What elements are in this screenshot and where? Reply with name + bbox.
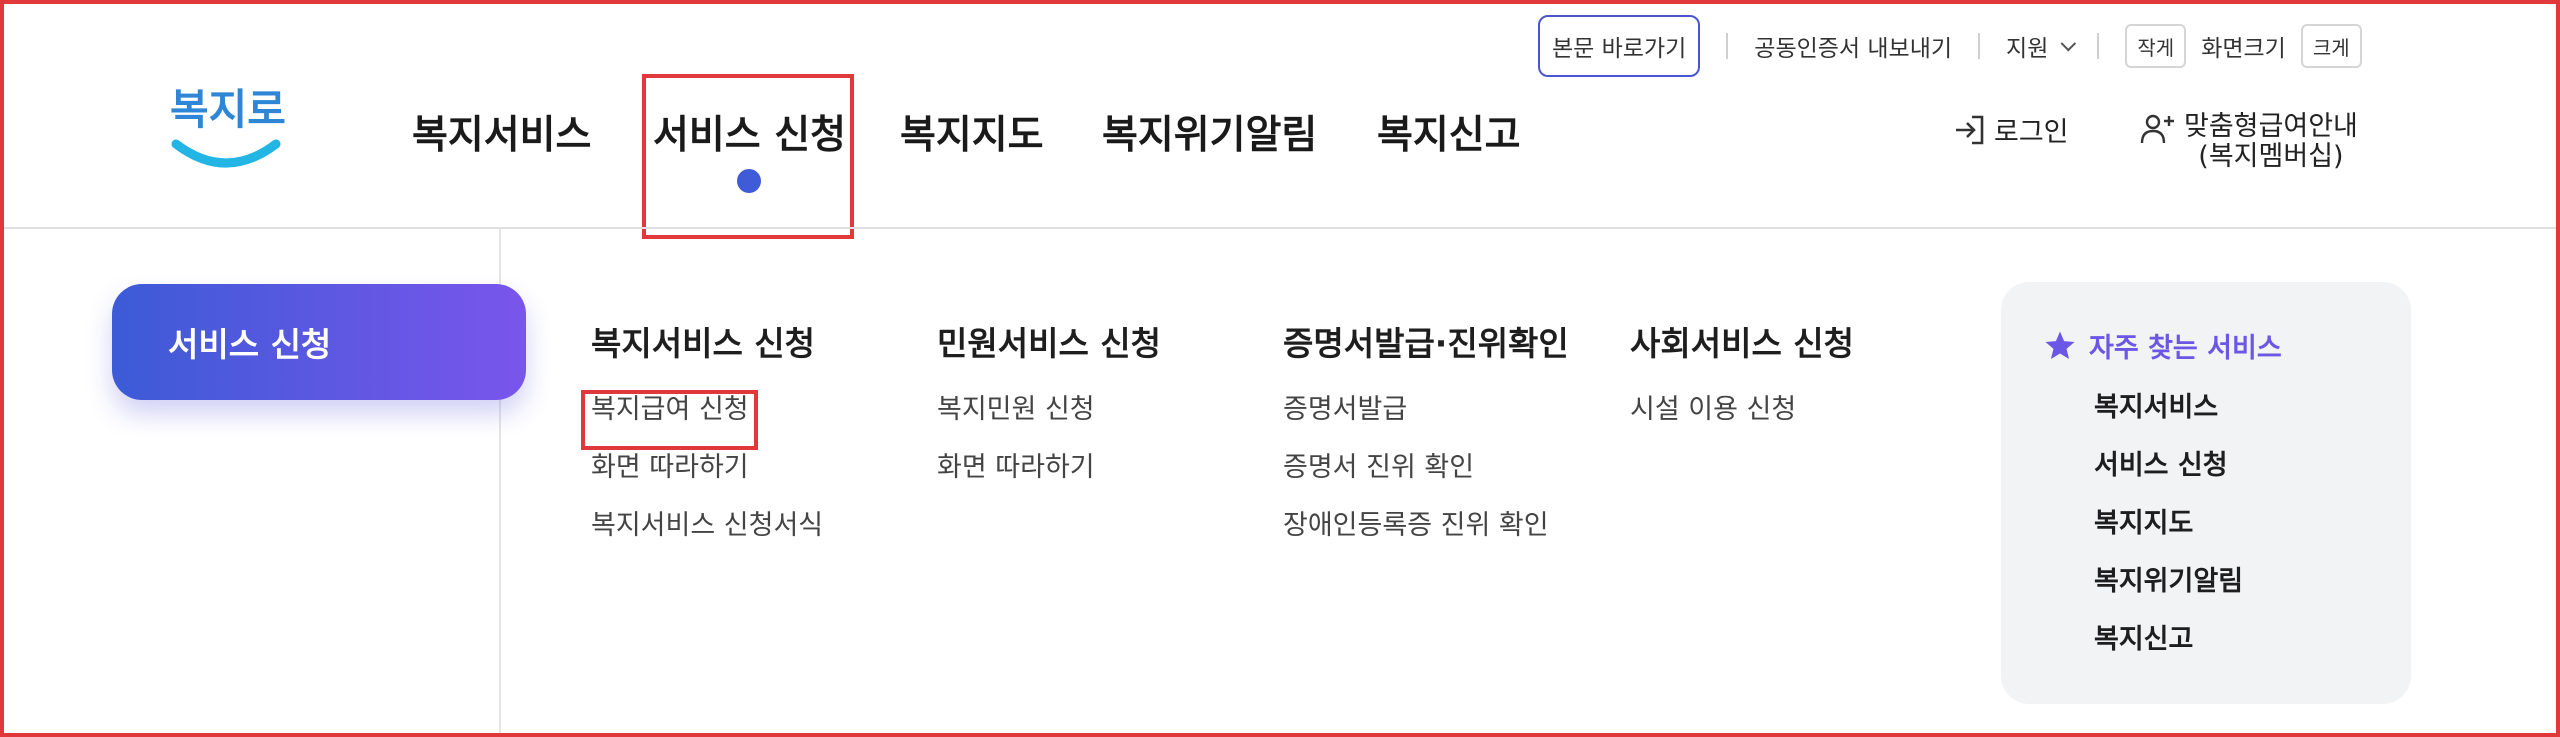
favorite-services-heading: 자주 찾는 서비스 xyxy=(2043,326,2282,365)
gnb-welfare-service[interactable]: 복지서비스 xyxy=(412,104,591,160)
bokjiro-logo[interactable]: 복지로 xyxy=(168,82,286,178)
gnb-welfare-crisis-alert[interactable]: 복지위기알림 xyxy=(1102,104,1317,160)
divider xyxy=(2097,33,2100,59)
membership-label-line2: (복지멤버십) xyxy=(2198,141,2344,172)
font-large-button[interactable]: 크게 xyxy=(2300,24,2362,68)
gnb-welfare-report[interactable]: 복지신고 xyxy=(1377,104,1521,160)
divider xyxy=(1726,33,1729,59)
membership-label-line1: 맞춤형급여안내 xyxy=(2184,111,2358,142)
submenu-column-civil-apply: 민원서비스 신청 복지민원 신청 화면 따라하기 xyxy=(937,322,1161,508)
favorite-services-panel: 자주 찾는 서비스 복지서비스 서비스 신청 복지지도 복지위기알림 복지신고 xyxy=(2001,282,2411,704)
submenu-column-certificate: 증명서발급·진위확인 증명서발급 증명서 진위 확인 장애인등록증 진위 확인 xyxy=(1283,322,1569,566)
submenu-item[interactable]: 화면 따라하기 xyxy=(937,450,1161,508)
submenu-item[interactable]: 증명서 진위 확인 xyxy=(1283,450,1569,508)
submenu-item[interactable]: 장애인등록증 진위 확인 xyxy=(1283,508,1569,566)
chevron-down-icon xyxy=(2060,35,2077,51)
submenu-item[interactable]: 증명서발급 xyxy=(1283,392,1569,450)
utility-bar: 본문 바로가기 공동인증서 내보내기 지원 작게 화면크기 크게 xyxy=(1538,13,2362,79)
item-highlight xyxy=(581,390,758,450)
submenu-item[interactable]: 시설 이용 신청 xyxy=(1630,392,1854,450)
login-icon xyxy=(1956,115,1984,144)
skip-to-content-link[interactable]: 본문 바로가기 xyxy=(1538,15,1701,77)
submenu-title-pill: 서비스 신청 xyxy=(112,284,526,400)
logo-text: 복지로 xyxy=(170,85,286,134)
login-label: 로그인 xyxy=(1994,117,2069,148)
gnb-welfare-map[interactable]: 복지지도 xyxy=(900,104,1044,160)
star-icon xyxy=(2045,331,2075,359)
submenu-item[interactable]: 복지민원 신청 xyxy=(937,392,1161,450)
favorite-item[interactable]: 복지위기알림 xyxy=(2094,564,2243,622)
column-heading[interactable]: 민원서비스 신청 xyxy=(937,322,1161,366)
font-small-button[interactable]: 작게 xyxy=(2125,24,2187,68)
column-heading[interactable]: 사회서비스 신청 xyxy=(1630,322,1854,366)
user-plus-icon xyxy=(2140,114,2174,144)
column-heading[interactable]: 증명서발급·진위확인 xyxy=(1283,322,1569,366)
support-label: 지원 xyxy=(2006,36,2049,62)
font-size-label: 화면크기 xyxy=(2201,36,2286,62)
logo-image: 복지로 xyxy=(170,85,286,168)
certificate-export-link[interactable]: 공동인증서 내보내기 xyxy=(1754,29,1952,63)
membership-guide-link[interactable]: 맞춤형급여안내 (복지멤버십) xyxy=(2140,112,2358,172)
membership-label: 맞춤형급여안내 (복지멤버십) xyxy=(2184,112,2358,172)
header-divider xyxy=(0,227,2560,229)
favorite-item[interactable]: 서비스 신청 xyxy=(2094,448,2243,506)
login-button[interactable]: 로그인 xyxy=(1952,110,2069,149)
favorite-item[interactable]: 복지서비스 xyxy=(2094,390,2243,448)
submenu-item[interactable]: 화면 따라하기 xyxy=(591,450,823,508)
divider xyxy=(1978,33,1981,59)
column-heading[interactable]: 복지서비스 신청 xyxy=(591,322,823,366)
favorite-item[interactable]: 복지지도 xyxy=(2094,506,2243,564)
favorite-item[interactable]: 복지신고 xyxy=(2094,622,2243,680)
selection-highlight xyxy=(642,74,854,239)
favorite-services-title: 자주 찾는 서비스 xyxy=(2089,333,2282,364)
submenu-item[interactable]: 복지서비스 신청서식 xyxy=(591,508,823,566)
support-menu[interactable]: 지원 xyxy=(2006,29,2077,63)
submenu-column-social-service: 사회서비스 신청 시설 이용 신청 xyxy=(1630,322,1854,450)
